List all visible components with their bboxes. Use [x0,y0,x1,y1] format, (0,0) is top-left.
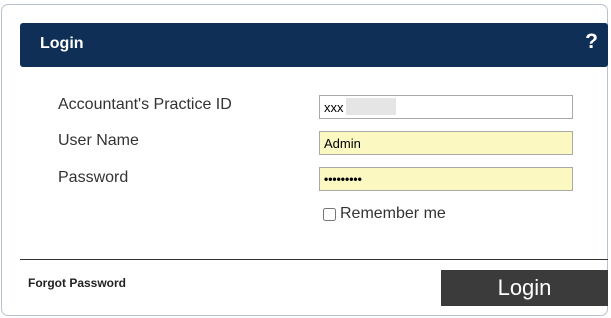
footer-divider [20,259,608,260]
remember-me-label[interactable]: Remember me [340,205,446,223]
login-button[interactable]: Login [441,270,608,306]
password-label: Password [58,169,129,186]
practice-id-input[interactable] [319,95,573,119]
forgot-password-link[interactable]: Forgot Password [28,276,126,290]
login-title: Login [40,35,84,52]
remember-me-row: Remember me [323,204,446,224]
login-header: Login ? [20,23,608,67]
user-name-input[interactable] [319,131,573,155]
password-input[interactable] [319,167,573,191]
remember-me-checkbox[interactable] [323,207,336,221]
practice-id-label: Accountant's Practice ID [58,96,232,113]
help-icon[interactable]: ? [585,31,598,52]
user-name-label: User Name [58,132,139,149]
